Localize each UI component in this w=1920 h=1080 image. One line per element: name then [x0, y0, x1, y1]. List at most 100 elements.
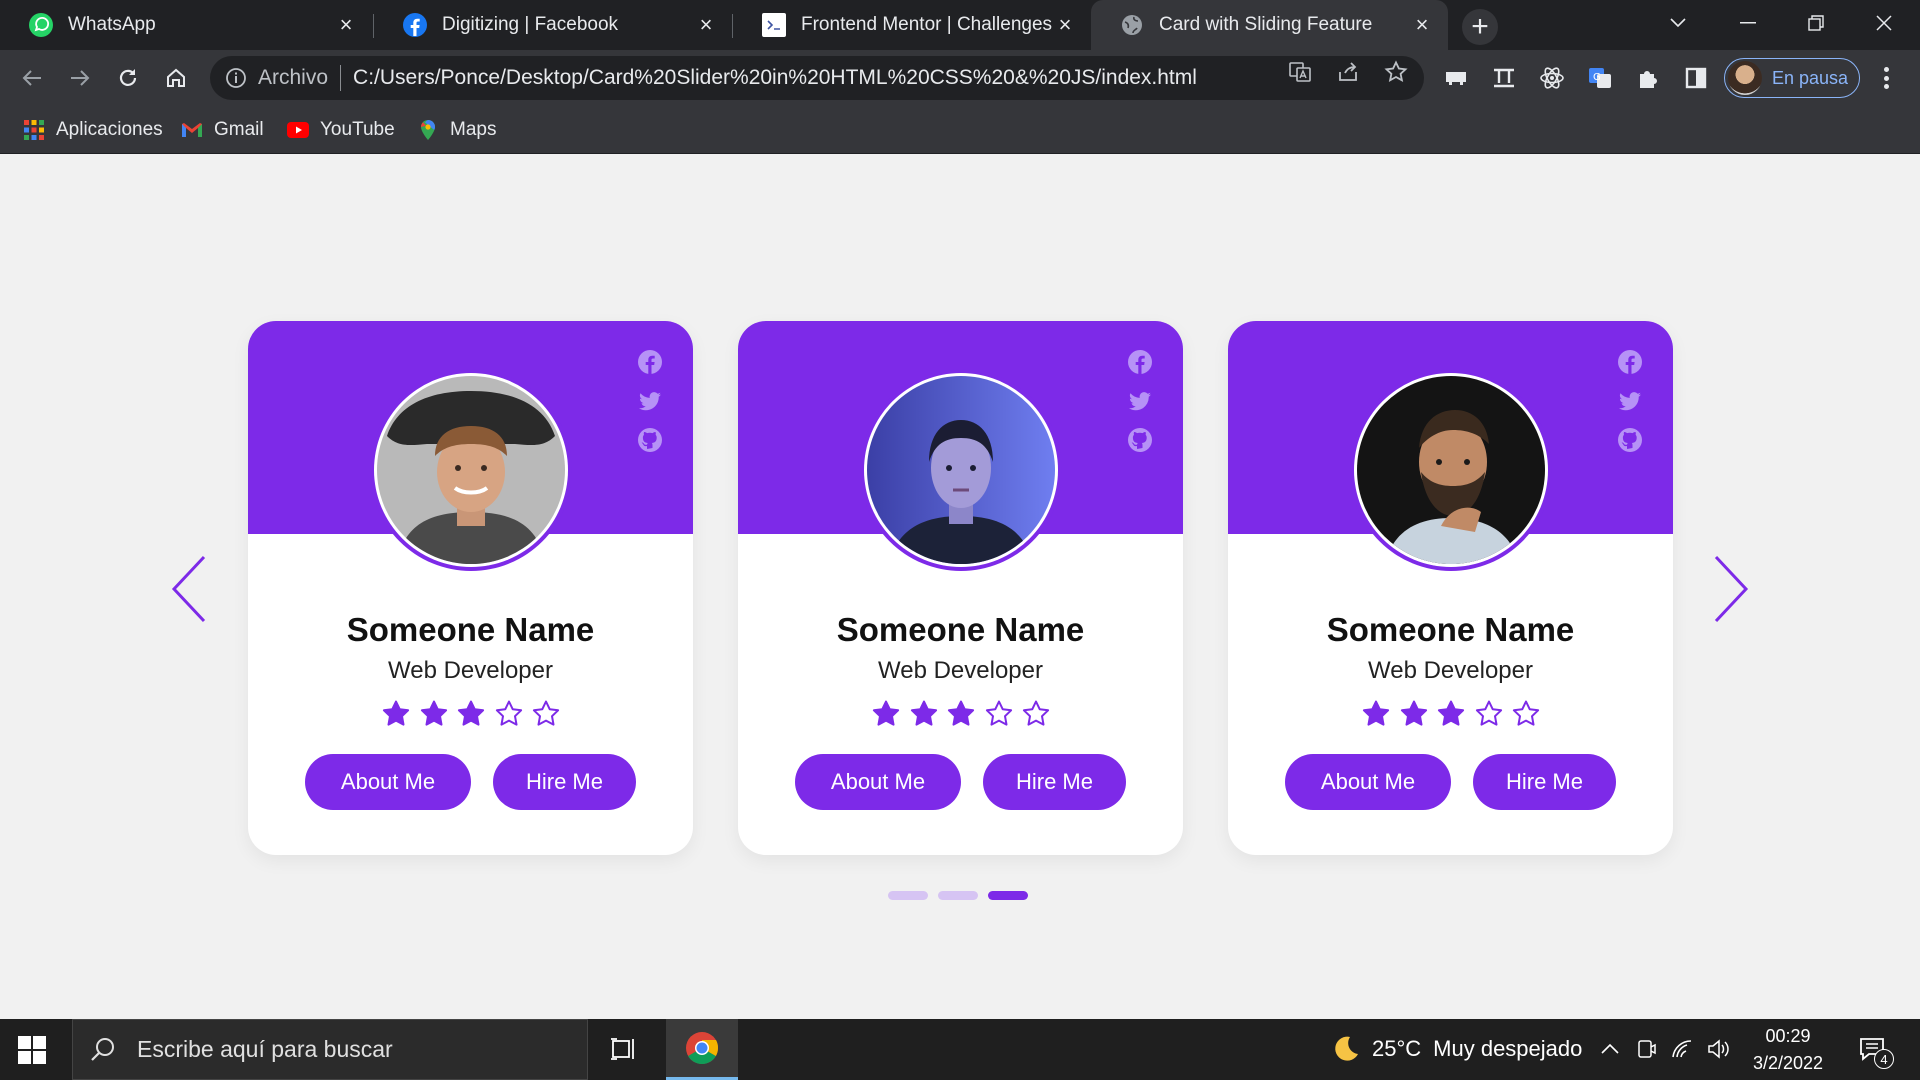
extension-cast-icon[interactable] [1442, 64, 1470, 92]
tab-whatsapp[interactable]: WhatsApp × [0, 0, 372, 50]
tab-frontend-mentor[interactable]: Frontend Mentor | Challenges × [733, 0, 1091, 50]
info-icon[interactable] [224, 66, 248, 90]
facebook-icon[interactable] [1127, 349, 1153, 375]
about-me-button[interactable]: About Me [1285, 754, 1451, 810]
card-role: Web Developer [878, 657, 1043, 684]
github-icon[interactable] [1617, 427, 1643, 453]
task-view-icon[interactable] [610, 1035, 638, 1063]
pagination-dot[interactable] [938, 891, 978, 900]
about-me-button[interactable]: About Me [795, 754, 961, 810]
rating-stars [871, 699, 1051, 729]
meet-now-icon[interactable] [1634, 1037, 1658, 1061]
volume-icon[interactable] [1706, 1037, 1730, 1061]
restore-icon[interactable] [1786, 0, 1846, 45]
tab-title: WhatsApp [68, 14, 156, 35]
share-icon[interactable] [1336, 60, 1360, 84]
browser-tab-strip: WhatsApp × Digitizing | Facebook × Front… [0, 0, 1920, 50]
close-tab-icon[interactable]: × [694, 12, 718, 37]
close-tab-icon[interactable]: × [1410, 12, 1434, 37]
star-filled-icon [420, 700, 447, 726]
bookmark-aplicaciones[interactable]: Aplicaciones [22, 116, 163, 144]
notification-center-icon[interactable]: 4 [1858, 1035, 1894, 1069]
twitter-icon[interactable] [1617, 388, 1643, 414]
star-filled-icon [382, 700, 410, 726]
facebook-icon[interactable] [1617, 349, 1643, 375]
chrome-taskbar-icon[interactable] [666, 1019, 738, 1080]
pagination-dot[interactable] [888, 891, 928, 900]
browser-toolbar: Archivo C:/Users/Ponce/Desktop/Card%20Sl… [0, 50, 1920, 106]
home-icon[interactable] [156, 58, 196, 98]
bookmark-label: YouTube [320, 119, 395, 140]
profile-button[interactable]: En pausa [1724, 58, 1860, 98]
avatar [1728, 61, 1762, 95]
hire-me-button[interactable]: Hire Me [1473, 754, 1616, 810]
translate-icon[interactable] [1288, 60, 1312, 84]
address-bar[interactable]: Archivo C:/Users/Ponce/Desktop/Card%20Sl… [210, 56, 1424, 100]
tab-search-chevron-icon[interactable] [1648, 0, 1708, 45]
show-hidden-icons-chevron-icon[interactable] [1598, 1037, 1622, 1061]
weather-widget[interactable]: 25°C Muy despejado [1330, 1033, 1582, 1065]
browser-menu-icon[interactable] [1874, 64, 1898, 92]
star-filled-icon [1400, 700, 1427, 726]
pagination-dot[interactable] [988, 891, 1028, 900]
windows-start-icon[interactable] [18, 1036, 46, 1064]
react-devtools-icon[interactable] [1538, 64, 1566, 92]
facebook-icon [402, 12, 428, 38]
tab-card-slider[interactable]: Card with Sliding Feature × [1091, 0, 1448, 50]
extension-text-icon[interactable] [1490, 64, 1518, 92]
twitter-icon[interactable] [1127, 388, 1153, 414]
frontend-mentor-icon [761, 12, 787, 38]
windows-taskbar: Escribe aquí para buscar 25°C Muy despej… [0, 1019, 1920, 1080]
page-viewport: Someone Name Web Developer About Me Hire… [0, 155, 1920, 1019]
bookmark-gmail[interactable]: Gmail [180, 116, 264, 144]
slider-next-arrow-icon[interactable] [1708, 553, 1752, 625]
taskbar-search-box[interactable]: Escribe aquí para buscar [72, 1019, 588, 1080]
bookmark-star-icon[interactable] [1384, 60, 1408, 84]
weather-condition: Muy despejado [1433, 1036, 1583, 1061]
clock-date: 3/2/2022 [1752, 1053, 1824, 1073]
star-filled-icon [1437, 700, 1465, 726]
profile-card: Someone Name Web Developer About Me Hire… [248, 321, 693, 855]
hire-me-button[interactable]: Hire Me [983, 754, 1126, 810]
bookmark-maps[interactable]: Maps [416, 116, 496, 144]
card-role: Web Developer [388, 657, 553, 684]
avatar [370, 369, 572, 571]
profile-photo-bearded-man [1357, 376, 1545, 564]
wifi-icon[interactable] [1670, 1037, 1694, 1061]
taskbar-clock[interactable]: 00:29 3/2/2022 [1740, 1023, 1836, 1077]
star-outline-icon [1022, 700, 1050, 726]
bookmark-label: Maps [450, 119, 497, 140]
star-outline-icon [1512, 700, 1540, 726]
slider-prev-arrow-icon[interactable] [168, 553, 212, 625]
search-icon [89, 1036, 117, 1064]
back-arrow-icon[interactable] [12, 58, 52, 98]
close-window-icon[interactable] [1854, 0, 1914, 45]
globe-icon [1119, 12, 1145, 38]
new-tab-button[interactable]: + [1462, 9, 1498, 45]
gmail-icon [180, 118, 204, 142]
extensions-puzzle-icon[interactable] [1634, 64, 1662, 92]
about-me-button[interactable]: About Me [305, 754, 471, 810]
github-icon[interactable] [1127, 427, 1153, 453]
twitter-icon[interactable] [637, 388, 663, 414]
hire-me-button[interactable]: Hire Me [493, 754, 636, 810]
avatar [1350, 369, 1552, 571]
star-filled-icon [872, 700, 900, 726]
clock-time: 00:29 [1765, 1026, 1811, 1046]
reload-icon[interactable] [108, 58, 148, 98]
side-panel-icon[interactable] [1682, 64, 1710, 92]
tab-facebook[interactable]: Digitizing | Facebook × [374, 0, 732, 50]
facebook-icon[interactable] [637, 349, 663, 375]
github-icon[interactable] [637, 427, 663, 453]
bookmark-youtube[interactable]: YouTube [286, 116, 395, 144]
close-tab-icon[interactable]: × [1053, 12, 1077, 37]
google-translate-icon[interactable]: G [1586, 64, 1614, 92]
taskbar-search-placeholder: Escribe aquí para buscar [137, 1036, 393, 1062]
address-url[interactable]: C:/Users/Ponce/Desktop/Card%20Slider%20i… [353, 66, 1197, 90]
minimize-icon[interactable] [1718, 0, 1778, 45]
close-tab-icon[interactable]: × [334, 12, 358, 37]
profile-card: Someone Name Web Developer About Me Hire… [738, 321, 1183, 855]
avatar [860, 369, 1062, 571]
tab-title: Digitizing | Facebook [442, 14, 619, 35]
forward-arrow-icon[interactable] [60, 58, 100, 98]
